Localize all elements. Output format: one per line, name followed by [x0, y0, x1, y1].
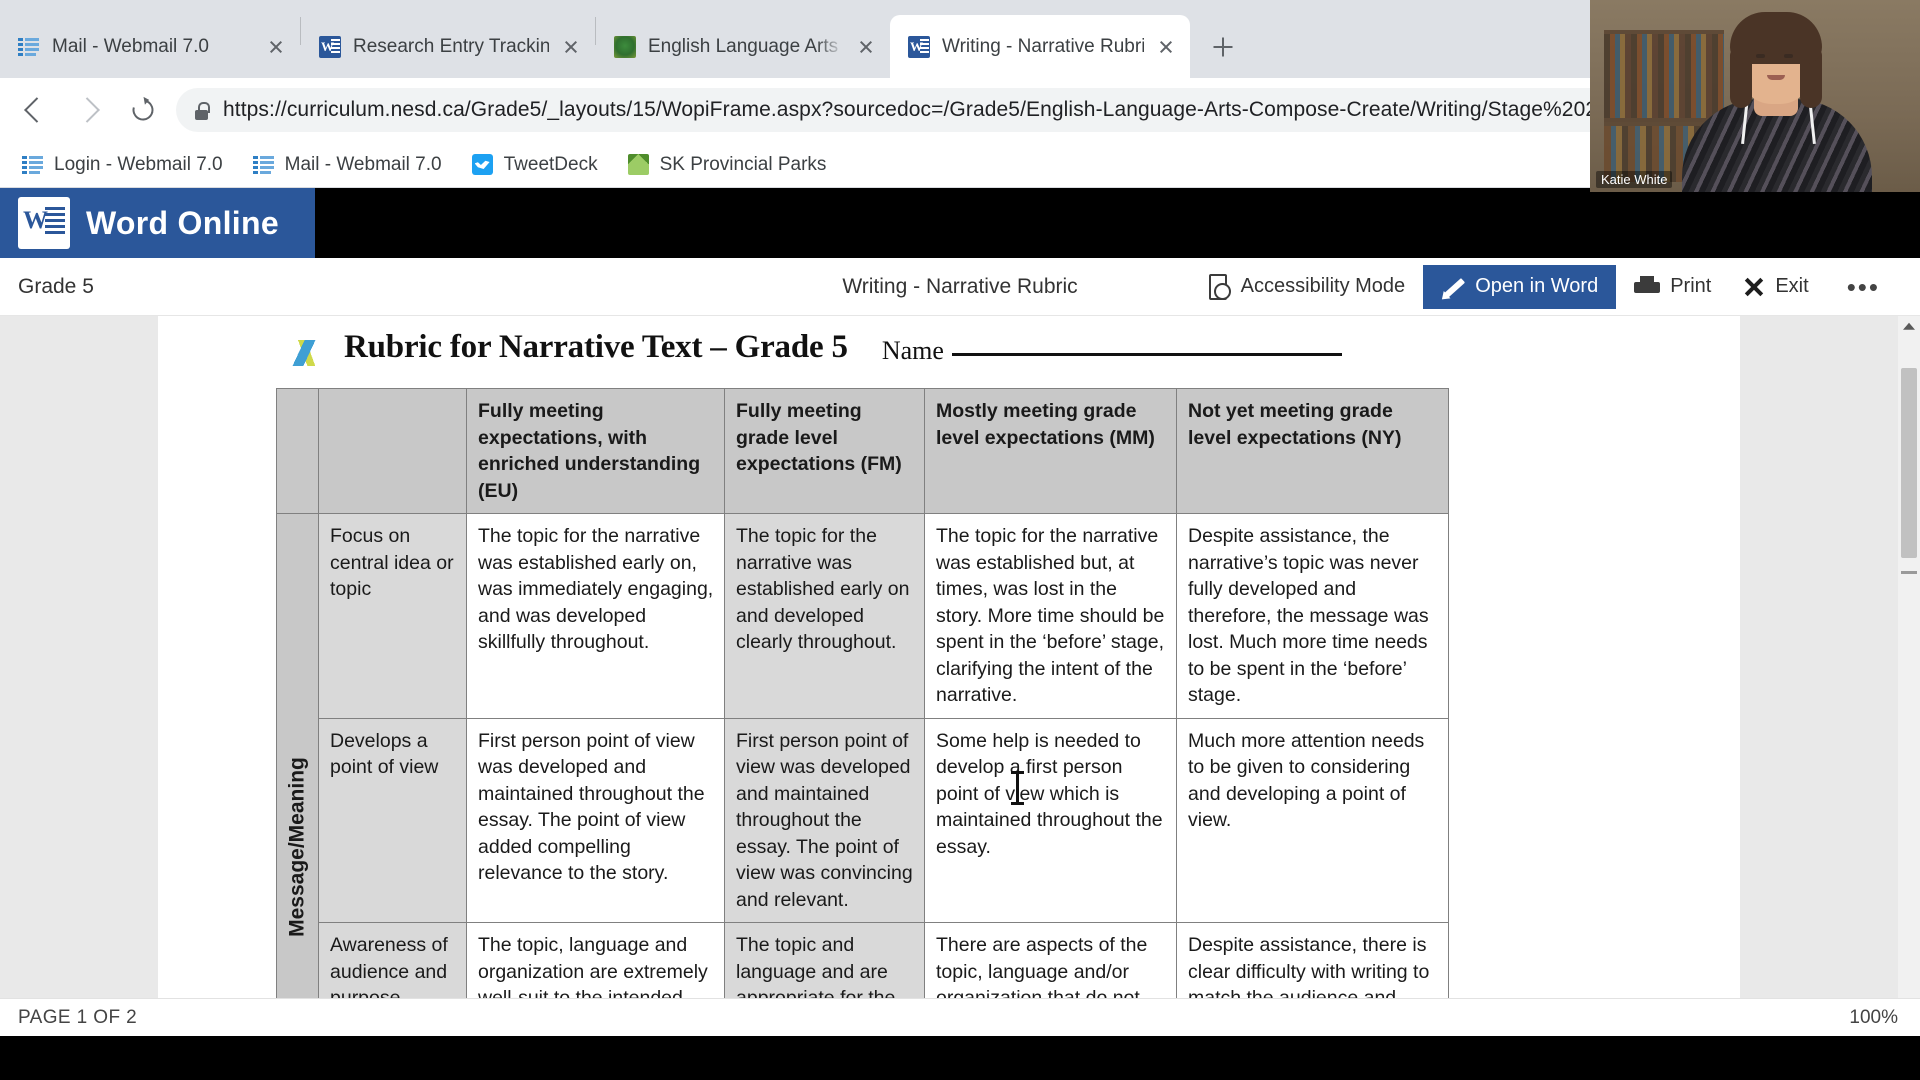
back-button[interactable] [14, 89, 56, 131]
column-header-eu: Fully meeting expectations, with enriche… [466, 387, 725, 515]
status-bar: PAGE 1 OF 2 100% [0, 998, 1920, 1036]
site-icon [614, 35, 636, 58]
column-header-fm: Fully meeting grade level expectations (… [724, 387, 925, 515]
bookmark-label: Login - Webmail 7.0 [54, 153, 223, 175]
tab-label: Mail - Webmail 7.0 [52, 35, 209, 57]
name-blank-line [951, 353, 1342, 356]
tab-label: Writing - Narrative Rubric.docx [942, 35, 1144, 57]
strand-header-cell [276, 387, 319, 515]
tab-label: Research Entry Tracking .docx [353, 35, 549, 57]
printer-icon [1634, 275, 1661, 298]
pencil-icon [1441, 275, 1465, 299]
cell-fm: First person point of view was developed… [724, 717, 925, 924]
close-icon[interactable] [852, 33, 880, 61]
url-text: https://curriculum.nesd.ca/Grade5/_layou… [223, 98, 1619, 121]
bookmark-label: SK Provincial Parks [659, 153, 827, 175]
open-in-word-label: Open in Word [1475, 275, 1599, 297]
accessibility-mode-label: Accessibility Mode [1240, 275, 1406, 297]
close-icon[interactable] [557, 33, 585, 61]
bookmark-mail-webmail[interactable]: Mail - Webmail 7.0 [252, 153, 442, 176]
browser-tab-writing-narrative-rubric[interactable]: W Writing - Narrative Rubric.docx [890, 15, 1190, 78]
cell-eu: The topic for the narrative was establis… [466, 513, 725, 719]
tab-label: English Language Arts 5 - Comp [648, 35, 844, 57]
browser-tab-english-language-arts[interactable]: English Language Arts 5 - Comp [596, 15, 890, 78]
document-page: Rubric for Narrative Text – Grade 5 Name… [158, 316, 1740, 1021]
scrollbar-thumb[interactable] [1901, 368, 1917, 558]
column-header-ny: Not yet meeting grade level expectations… [1176, 387, 1449, 515]
cell-eu: First person point of view was developed… [466, 717, 725, 924]
mail-icon [252, 154, 274, 175]
webcam-person [1682, 12, 1872, 192]
forward-button[interactable] [68, 89, 110, 131]
twitter-icon [471, 154, 493, 175]
park-icon [627, 154, 649, 175]
close-icon[interactable] [262, 33, 290, 61]
rubric-table: Fully meeting expectations, with enriche… [276, 387, 1449, 1021]
word-online-brand[interactable]: W Word Online [0, 188, 315, 258]
close-icon[interactable] [1152, 33, 1180, 61]
school-logo-icon [276, 340, 332, 366]
document-canvas[interactable]: Rubric for Narrative Text – Grade 5 Name… [0, 316, 1920, 1021]
word-online-command-bar: Grade 5 Writing - Narrative Rubric Acces… [0, 258, 1920, 316]
page-indicator: PAGE 1 OF 2 [18, 1006, 138, 1028]
browser-tab-research-entry-tracking[interactable]: W Research Entry Tracking .docx [301, 15, 595, 78]
bookmark-login-webmail[interactable]: Login - Webmail 7.0 [22, 154, 223, 176]
print-label: Print [1670, 275, 1712, 297]
document-title: Writing - Narrative Rubric [842, 274, 1078, 298]
table-row: Develops a point of view First person po… [277, 717, 1449, 924]
cell-mm: The topic for the narrative was establis… [924, 513, 1177, 719]
zoom-level[interactable]: 100% [1849, 1007, 1898, 1029]
reload-button[interactable] [122, 89, 164, 131]
table-row: Message/Meaning Focus on central idea or… [276, 513, 1449, 1021]
bookmark-label: Mail - Webmail 7.0 [284, 153, 442, 175]
close-icon [1743, 276, 1765, 298]
mail-icon [18, 35, 40, 58]
cell-fm: The topic for the narrative was establis… [724, 513, 925, 719]
criterion-label: Develops a point of view [318, 717, 467, 924]
document-content: Rubric for Narrative Text – Grade 5 Name… [276, 316, 1636, 1021]
cell-mm: Some help is needed to develop a first p… [924, 717, 1177, 924]
text-cursor [1011, 771, 1024, 805]
exit-button[interactable]: Exit [1729, 267, 1822, 306]
criterion-header-cell [318, 387, 467, 515]
webcam-overlay[interactable]: Katie White [1590, 0, 1920, 192]
overflow-menu-button[interactable]: ••• [1827, 266, 1900, 308]
bookmark-sk-provincial-parks[interactable]: SK Provincial Parks [627, 153, 827, 176]
accessibility-mode-button[interactable]: Accessibility Mode [1195, 266, 1420, 308]
cell-ny: Much more attention needs to be given to… [1176, 717, 1449, 924]
word-logo-icon: W [18, 197, 70, 249]
command-buttons: Accessibility Mode Open in Word Print Ex… [1191, 264, 1920, 309]
cell-ny: Despite assistance, the narrative’s topi… [1176, 513, 1449, 719]
browser-window: Mail - Webmail 7.0 W Research Entry Trac… [0, 0, 1920, 1080]
document-heading: Rubric for Narrative Text – Grade 5 Name [276, 320, 1636, 366]
webcam-name-label: Katie White [1596, 171, 1673, 188]
column-header-mm: Mostly meeting grade level expectations … [924, 387, 1177, 515]
open-in-word-button[interactable]: Open in Word [1423, 264, 1617, 309]
browser-tab-mail[interactable]: Mail - Webmail 7.0 [0, 15, 300, 78]
new-tab-button[interactable] [1200, 24, 1246, 70]
print-button[interactable]: Print [1620, 267, 1725, 306]
rubric-title: Rubric for Narrative Text – Grade 5 [344, 329, 848, 365]
brand-label: Word Online [86, 204, 279, 241]
mail-icon [22, 154, 43, 175]
word-icon: W [908, 35, 930, 58]
accessibility-icon [1208, 273, 1231, 300]
strand-message-meaning: Message/Meaning [276, 513, 319, 1021]
bookmark-label: TweetDeck [503, 153, 598, 175]
word-icon: W [319, 35, 341, 58]
bookmark-tweetdeck[interactable]: TweetDeck [471, 153, 598, 176]
strand-label: Message/Meaning [285, 757, 309, 937]
scroll-up-button[interactable] [1898, 316, 1920, 338]
criterion-label: Focus on central idea or topic [318, 513, 467, 719]
table-header-row: Fully meeting expectations, with enriche… [276, 387, 1449, 515]
lock-icon [194, 101, 210, 120]
name-field-label: Name [882, 336, 1342, 366]
vertical-scrollbar[interactable] [1898, 316, 1920, 1021]
bottom-letterbox [0, 1036, 1920, 1080]
exit-label: Exit [1775, 275, 1809, 297]
ellipsis-icon: ••• [1846, 271, 1880, 302]
breadcrumb[interactable]: Grade 5 [18, 275, 94, 299]
scrollbar-marker [1901, 571, 1917, 574]
